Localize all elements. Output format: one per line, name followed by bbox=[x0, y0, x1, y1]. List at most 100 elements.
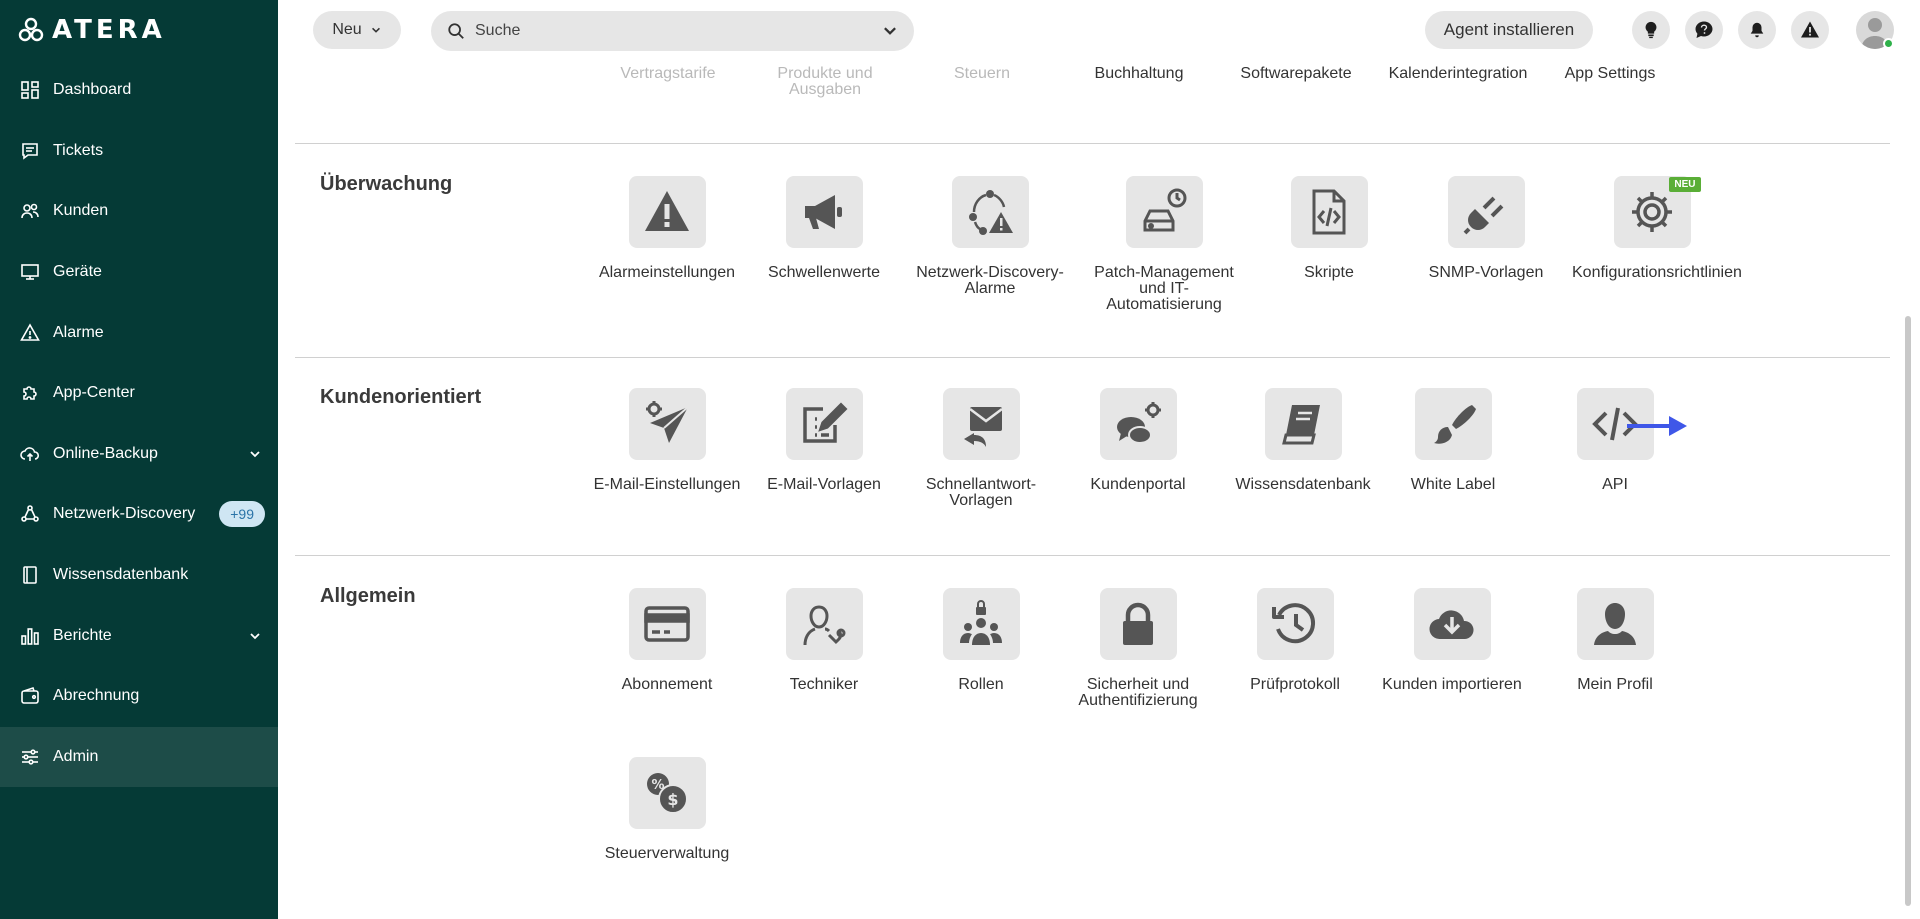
alerts-button[interactable] bbox=[1791, 11, 1829, 49]
sidebar-item-tickets[interactable]: Tickets bbox=[0, 121, 278, 182]
sidebar-item-admin[interactable]: Admin bbox=[0, 726, 278, 788]
tile-icon-box bbox=[1290, 176, 1368, 248]
sidebar: ATERA Dashboard Tickets Kunden Geräte Al… bbox=[0, 0, 278, 919]
tile-netzwerk-discovery-alarme[interactable]: Netzwerk-Discovery-Alarme bbox=[910, 176, 1070, 297]
tile-label: Mein Profil bbox=[1577, 676, 1653, 693]
search-input[interactable] bbox=[475, 22, 882, 40]
tile-abonnement[interactable]: Abonnement bbox=[587, 588, 747, 693]
tile-mein-profil[interactable]: Mein Profil bbox=[1535, 588, 1695, 693]
tile-label: Konfigurationsrichtlinien bbox=[1572, 264, 1742, 281]
link-kalenderintegration[interactable]: Kalenderintegration bbox=[1378, 66, 1538, 82]
bell-icon bbox=[1750, 22, 1764, 38]
sidebar-item-label: Admin bbox=[53, 747, 99, 765]
chat-gear-icon bbox=[1117, 402, 1161, 444]
puzzle-icon bbox=[20, 383, 40, 403]
tile-schwellenwerte[interactable]: Schwellenwerte bbox=[744, 176, 904, 281]
tile-steuerverwaltung[interactable]: % $ Steuerverwaltung bbox=[587, 757, 747, 862]
tile-icon-box bbox=[785, 176, 863, 248]
history-icon bbox=[1272, 603, 1315, 644]
sidebar-item-label: Kunden bbox=[53, 202, 109, 220]
gear-icon bbox=[1632, 192, 1672, 232]
new-badge: NEU bbox=[1669, 177, 1701, 192]
tile-skripte[interactable]: Skripte bbox=[1249, 176, 1409, 281]
credit-card-icon bbox=[644, 606, 690, 642]
network-icon bbox=[20, 504, 40, 524]
search-icon bbox=[448, 23, 464, 39]
tile-techniker[interactable]: Techniker bbox=[744, 588, 904, 693]
link-softwarepakete[interactable]: Softwarepakete bbox=[1221, 66, 1371, 82]
tile-icon-box bbox=[942, 588, 1020, 660]
install-agent-button[interactable]: Agent installieren bbox=[1425, 11, 1593, 49]
sidebar-item-kunden[interactable]: Kunden bbox=[0, 181, 278, 242]
tile-icon-box bbox=[1413, 588, 1491, 660]
new-button[interactable]: Neu bbox=[313, 11, 401, 49]
tile-icon-box bbox=[1414, 388, 1492, 460]
tile-wissensdatenbank[interactable]: Wissensdatenbank bbox=[1223, 388, 1383, 493]
tile-icon-box bbox=[628, 176, 706, 248]
admin-content: Vertragstarife Produkte und Ausgaben Ste… bbox=[278, 60, 1898, 919]
sidebar-item-abrechnung[interactable]: Abrechnung bbox=[0, 666, 278, 727]
book-icon bbox=[1282, 405, 1320, 445]
sidebar-item-online-backup[interactable]: Online-Backup bbox=[0, 424, 278, 485]
tile-kundenportal[interactable]: Kundenportal bbox=[1058, 388, 1218, 493]
tile-sicherheit[interactable]: Sicherheit und Authentifizierung bbox=[1058, 588, 1218, 709]
tile-konfigurationsrichtlinien[interactable]: NEU Konfigurationsrichtlinien bbox=[1572, 176, 1742, 281]
tile-label: Steuerverwaltung bbox=[604, 845, 730, 862]
edit-template-icon bbox=[803, 402, 848, 443]
patch-clock-icon bbox=[1143, 188, 1187, 232]
online-status-indicator bbox=[1883, 38, 1894, 49]
tile-pruefprotokoll[interactable]: Prüfprotokoll bbox=[1215, 588, 1375, 693]
sidebar-item-netzwerk-discovery[interactable]: Netzwerk-Discovery +99 bbox=[0, 484, 278, 545]
app-logo[interactable]: ATERA bbox=[18, 14, 166, 46]
link-steuern[interactable]: Steuern bbox=[907, 66, 1057, 82]
tile-snmp-vorlagen[interactable]: SNMP-Vorlagen bbox=[1406, 176, 1566, 281]
tile-api[interactable]: API bbox=[1535, 388, 1695, 493]
tile-rollen[interactable]: Rollen bbox=[901, 588, 1061, 693]
sidebar-item-label: Wissensdatenbank bbox=[53, 566, 189, 584]
chevron-down-icon[interactable] bbox=[248, 629, 262, 643]
cloud-download-icon bbox=[1429, 610, 1474, 640]
tile-email-vorlagen[interactable]: E-Mail-Vorlagen bbox=[744, 388, 904, 493]
tile-label: Skripte bbox=[1304, 264, 1354, 281]
tile-alarmeinstellungen[interactable]: Alarmeinstellungen bbox=[587, 176, 747, 281]
sidebar-item-label: Dashboard bbox=[53, 81, 132, 99]
tile-icon-box: % $ bbox=[628, 757, 706, 829]
tile-kunden-importieren[interactable]: Kunden importieren bbox=[1372, 588, 1532, 693]
link-buchhaltung[interactable]: Buchhaltung bbox=[1064, 66, 1214, 82]
sidebar-item-label: Alarme bbox=[53, 323, 104, 341]
vertical-scrollbar[interactable] bbox=[1905, 316, 1911, 906]
sidebar-item-berichte[interactable]: Berichte bbox=[0, 605, 278, 666]
chevron-down-icon[interactable] bbox=[882, 23, 898, 39]
link-app-settings[interactable]: App Settings bbox=[1535, 66, 1685, 82]
tile-email-einstellungen[interactable]: E-Mail-Einstellungen bbox=[587, 388, 747, 493]
tile-label: Schwellenwerte bbox=[767, 264, 881, 281]
bar-chart-icon bbox=[20, 626, 40, 646]
tile-patch-management[interactable]: Patch-Management und IT-Automatisierung bbox=[1084, 176, 1244, 313]
sidebar-item-app-center[interactable]: App-Center bbox=[0, 363, 278, 424]
ticket-icon bbox=[20, 141, 40, 161]
chat-button[interactable] bbox=[1685, 11, 1723, 49]
sidebar-item-dashboard[interactable]: Dashboard bbox=[0, 60, 278, 121]
monitor-icon bbox=[20, 262, 40, 282]
link-produkte-und-ausgaben[interactable]: Produkte und Ausgaben bbox=[750, 66, 900, 98]
tile-white-label[interactable]: White Label bbox=[1373, 388, 1533, 493]
notifications-button[interactable] bbox=[1738, 11, 1776, 49]
tile-icon-box bbox=[1099, 388, 1177, 460]
chevron-down-icon[interactable] bbox=[248, 447, 262, 461]
topbar: Neu Agent installieren bbox=[278, 0, 1920, 60]
search-bar[interactable] bbox=[431, 11, 914, 51]
script-file-icon bbox=[1312, 189, 1346, 235]
tips-button[interactable] bbox=[1632, 11, 1670, 49]
sidebar-item-alarme[interactable]: Alarme bbox=[0, 302, 278, 363]
sidebar-item-wissensdatenbank[interactable]: Wissensdatenbank bbox=[0, 545, 278, 606]
section-title-ueberwachung: Überwachung bbox=[320, 173, 453, 195]
tile-label: White Label bbox=[1410, 476, 1496, 493]
plug-icon bbox=[1463, 196, 1504, 235]
sidebar-item-geraete[interactable]: Geräte bbox=[0, 242, 278, 303]
chevron-down-icon bbox=[371, 27, 380, 33]
section-title-kundenorientiert: Kundenorientiert bbox=[320, 386, 482, 408]
tile-label: Kundenportal bbox=[1090, 476, 1186, 493]
tile-icon-box bbox=[1447, 176, 1525, 248]
tile-schnellantwort-vorlagen[interactable]: Schnellantwort-Vorlagen bbox=[901, 388, 1061, 509]
link-vertragstarife[interactable]: Vertragstarife bbox=[593, 66, 743, 82]
